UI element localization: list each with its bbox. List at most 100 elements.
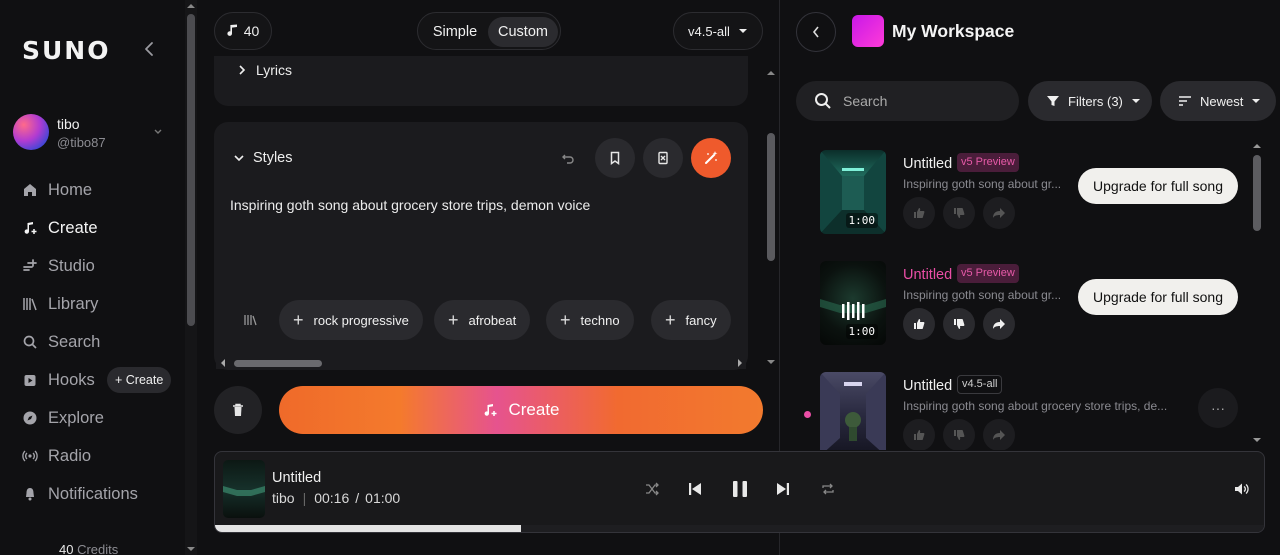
styles-toggle[interactable]: Styles [233, 150, 293, 166]
dislike-button[interactable] [943, 308, 975, 340]
sidebar-item-label: Notifications [48, 484, 138, 503]
tags-scrollbar-thumb[interactable] [234, 360, 322, 367]
back-button[interactable] [796, 12, 836, 52]
song-row[interactable]: 1:00 Untitled v5 Preview Inspiring goth … [796, 140, 1256, 240]
filters-button[interactable]: Filters (3) [1028, 81, 1152, 121]
more-options-button[interactable]: ··· [1198, 388, 1238, 428]
pause-icon[interactable] [731, 479, 749, 499]
like-button[interactable] [903, 197, 935, 229]
style-tag[interactable]: + techno [546, 300, 634, 340]
workspace-search-input[interactable]: Search [796, 81, 1019, 121]
magic-wand-icon [705, 151, 718, 164]
save-style-button[interactable] [595, 138, 635, 178]
create-button[interactable]: Create [279, 386, 763, 434]
scroll-up-icon[interactable] [186, 2, 196, 10]
styles-input[interactable]: Inspiring goth song about grocery store … [230, 197, 590, 213]
sidebar-item-hooks[interactable]: Hooks [22, 367, 95, 393]
song-title[interactable]: Untitled [903, 156, 952, 172]
sidebar-item-studio[interactable]: Studio [22, 253, 95, 279]
magic-wand-button[interactable] [691, 138, 731, 178]
collapse-sidebar-icon[interactable] [142, 40, 156, 58]
sidebar-item-label: Explore [48, 408, 104, 427]
credits-badge[interactable]: 40 [214, 12, 272, 50]
clear-style-button[interactable] [643, 138, 683, 178]
player-artist[interactable]: tibo [272, 490, 295, 506]
dislike-button[interactable] [943, 197, 975, 229]
sort-button[interactable]: Newest [1160, 81, 1276, 121]
share-button[interactable] [983, 419, 1015, 450]
volume-icon[interactable] [1234, 482, 1249, 496]
upgrade-button[interactable]: Upgrade for full song [1078, 168, 1238, 204]
song-cover[interactable] [820, 372, 886, 450]
scroll-down-icon[interactable] [766, 358, 776, 366]
song-row[interactable]: 1:00 Untitled v5 Preview Inspiring goth … [796, 251, 1256, 351]
undo-button[interactable] [548, 138, 588, 178]
like-button[interactable] [903, 419, 935, 450]
progress-bar[interactable] [215, 525, 1264, 532]
scroll-right-icon[interactable] [736, 358, 744, 368]
mode-custom-button[interactable]: Custom [488, 17, 558, 47]
sidebar-item-explore[interactable]: Explore [22, 405, 104, 431]
lyrics-card [214, 56, 748, 106]
scroll-down-icon[interactable] [1252, 436, 1262, 444]
chevron-right-icon [239, 65, 246, 75]
plus-icon: + [448, 309, 459, 330]
sort-label: Newest [1200, 93, 1244, 109]
sidebar-item-create[interactable]: Create [22, 215, 98, 241]
sidebar-item-home[interactable]: Home [22, 177, 92, 203]
song-cover[interactable]: 1:00 [820, 261, 886, 345]
user-name: tibo [57, 116, 80, 132]
clear-all-button[interactable] [214, 386, 262, 434]
upgrade-button[interactable]: Upgrade for full song [1078, 279, 1238, 315]
workspace-scrollbar-thumb[interactable] [1253, 155, 1261, 231]
lyrics-toggle[interactable]: Lyrics [236, 62, 292, 78]
sidebar-item-label: Studio [48, 256, 95, 275]
style-tag[interactable]: + rock progressive [279, 300, 423, 340]
credits-label: Credits [77, 542, 119, 555]
shuffle-icon[interactable] [645, 482, 659, 496]
thumbs-down-icon [954, 430, 965, 440]
song-title[interactable]: Untitled [903, 267, 952, 283]
scroll-up-icon[interactable] [1252, 142, 1262, 150]
model-select[interactable]: v4.5-all [673, 12, 763, 50]
song-row[interactable]: Untitled v4.5-all Inspiring goth song ab… [796, 362, 1256, 450]
chevron-down-icon [234, 155, 244, 162]
sidebar-item-search[interactable]: Search [22, 329, 100, 355]
scroll-up-icon[interactable] [766, 69, 776, 77]
scroll-left-icon[interactable] [219, 358, 227, 368]
time-separator: / [355, 490, 360, 506]
sidebar-scrollbar-thumb[interactable] [187, 14, 195, 326]
previous-icon[interactable] [688, 481, 702, 497]
player-title[interactable]: Untitled [272, 470, 321, 486]
sidebar-item-radio[interactable]: Radio [22, 443, 91, 469]
library-icon[interactable] [243, 313, 257, 327]
suno-logo[interactable]: SUNO [22, 36, 110, 65]
like-button[interactable] [903, 308, 935, 340]
next-icon[interactable] [776, 481, 790, 497]
workspace-title[interactable]: My Workspace [892, 21, 1014, 42]
share-button[interactable] [983, 197, 1015, 229]
music-note-icon [227, 24, 237, 36]
mode-toggle: Simple Custom [417, 12, 561, 50]
mode-simple-button[interactable]: Simple [422, 17, 488, 47]
share-button[interactable] [983, 308, 1015, 340]
song-cover[interactable]: 1:00 [820, 150, 886, 234]
chevron-down-icon[interactable] [153, 126, 163, 136]
model-badge: v5 Preview [957, 153, 1019, 172]
style-tag[interactable]: + afrobeat [434, 300, 531, 340]
song-title[interactable]: Untitled [903, 378, 952, 394]
sidebar-item-label: Home [48, 180, 93, 199]
avatar[interactable] [13, 114, 49, 150]
style-tag[interactable]: + fancy [651, 300, 731, 340]
create-button-label: Create [508, 400, 560, 419]
create-panel-scrollbar-thumb[interactable] [767, 133, 775, 261]
dislike-button[interactable] [943, 419, 975, 450]
sidebar-item-library[interactable]: Library [22, 291, 98, 317]
player-cover[interactable] [223, 460, 265, 518]
sidebar-item-notifications[interactable]: Notifications [22, 481, 138, 507]
repeat-icon[interactable] [821, 482, 835, 496]
song-duration: 1:00 [845, 213, 878, 228]
user-profile[interactable]: tibo @tibo87 [13, 114, 173, 154]
hooks-create-button[interactable]: + Create [107, 367, 172, 393]
scroll-down-icon[interactable] [186, 545, 196, 553]
